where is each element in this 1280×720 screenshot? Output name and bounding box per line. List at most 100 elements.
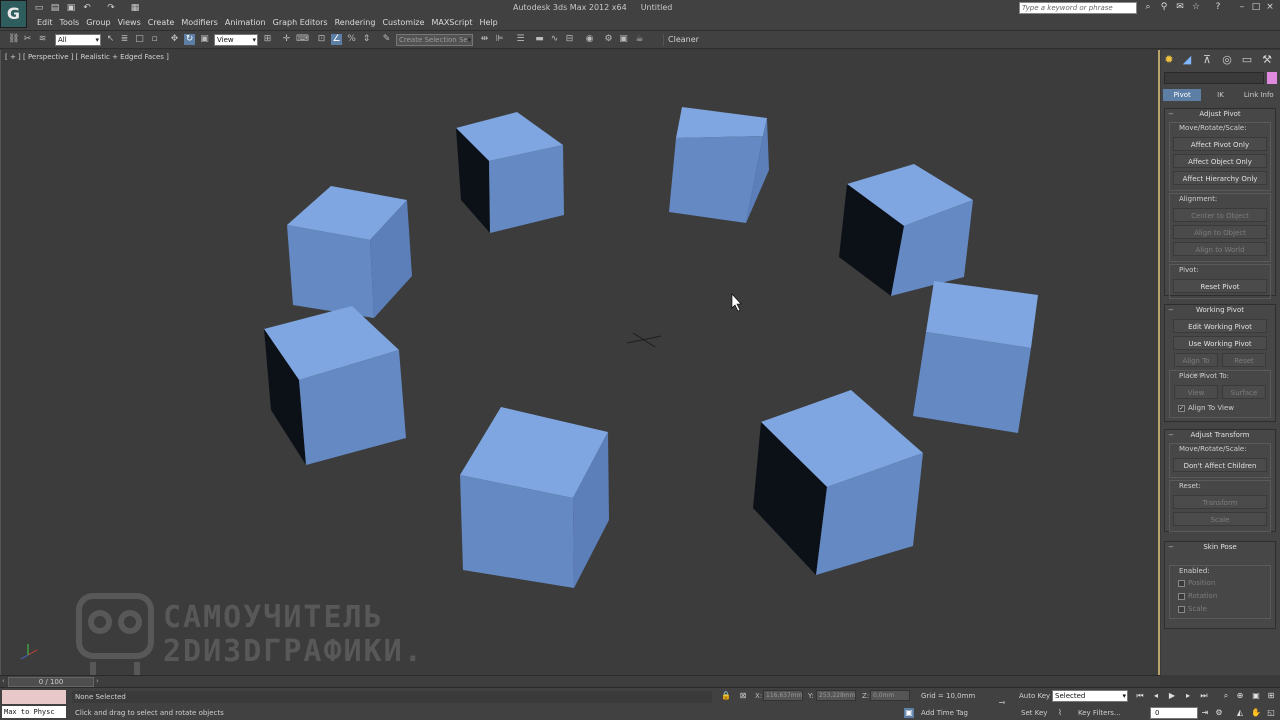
prev-frame-icon[interactable]: ◂ — [1150, 690, 1162, 702]
key-tangent-icon[interactable]: ⌇ — [1055, 708, 1065, 718]
scene-canvas[interactable] — [1, 50, 1159, 675]
adjust-transform-header[interactable]: Adjust Transform — [1165, 430, 1275, 441]
selection-filter-dropdown[interactable]: All — [55, 34, 101, 46]
cleaner-button[interactable]: Cleaner — [663, 34, 703, 46]
working-pivot-header[interactable]: Working Pivot — [1165, 305, 1275, 316]
play-icon[interactable]: ▶ — [1166, 690, 1178, 702]
angle-snap-icon[interactable]: ∠ — [331, 34, 342, 45]
time-config-icon[interactable]: ⚙ — [1213, 707, 1225, 719]
use-working-pivot-button[interactable]: Use Working Pivot — [1173, 336, 1267, 350]
edit-named-selection-icon[interactable]: ✎ — [381, 34, 392, 45]
object-color-swatch[interactable] — [1267, 72, 1277, 84]
select-by-name-icon[interactable]: ≣ — [119, 34, 130, 45]
menu-views[interactable]: Views — [117, 17, 147, 29]
graphite-ribbon-icon[interactable]: ▬ — [534, 34, 545, 45]
auto-key-button[interactable]: Auto Key — [1019, 692, 1050, 700]
save-file-icon[interactable]: ▣ — [66, 3, 76, 13]
motion-tab-icon[interactable]: ◎ — [1219, 52, 1235, 68]
menu-customize[interactable]: Customize — [381, 17, 430, 29]
cube-object[interactable] — [264, 306, 406, 465]
place-view-button[interactable]: View — [1174, 385, 1218, 399]
pivot-center-icon[interactable]: ⊞ — [262, 34, 273, 45]
project-folder-icon[interactable]: ▦ — [130, 3, 140, 13]
close-icon[interactable]: × — [1265, 2, 1275, 12]
scale-checkbox[interactable]: Scale — [1170, 603, 1270, 616]
align-to-object-button[interactable]: Align to Object — [1173, 225, 1267, 239]
tab-pivot[interactable]: Pivot — [1163, 89, 1202, 101]
field-of-view-icon[interactable]: ◭ — [1234, 707, 1246, 719]
next-frame-arrow-icon[interactable]: › — [96, 677, 99, 685]
menu-rendering[interactable]: Rendering — [334, 17, 382, 29]
reference-coord-dropdown[interactable]: View — [214, 34, 258, 46]
checkbox-icon[interactable] — [1178, 593, 1185, 600]
menu-graph-editors[interactable]: Graph Editors — [272, 17, 334, 29]
rect-selection-icon[interactable]: □ — [134, 34, 145, 45]
cube-object[interactable] — [669, 107, 769, 223]
search-input[interactable]: Type a keyword or phrase — [1019, 2, 1137, 14]
display-tab-icon[interactable]: ▭ — [1239, 52, 1255, 68]
menu-edit[interactable]: Edit — [36, 17, 59, 29]
cube-object[interactable] — [839, 164, 973, 296]
reset-pivot-button[interactable]: Reset Pivot — [1173, 279, 1267, 293]
cube-object[interactable] — [460, 407, 609, 588]
spinner-snap-icon[interactable]: ⇕ — [361, 34, 372, 45]
schematic-view-icon[interactable]: ⊟ — [564, 34, 575, 45]
reset-working-pivot-button[interactable]: Reset — [1222, 353, 1266, 367]
current-frame-field[interactable]: 0 — [1150, 707, 1198, 719]
tab-ik[interactable]: IK — [1201, 89, 1239, 101]
bind-space-warp-icon[interactable]: ≋ — [37, 34, 48, 45]
modify-tab-icon[interactable]: ◢ — [1179, 52, 1195, 68]
pan-view-icon[interactable]: ✋ — [1250, 707, 1262, 719]
key-filters-button[interactable]: Key Filters... — [1078, 709, 1121, 717]
app-logo-icon[interactable]: G — [0, 0, 27, 28]
time-slider-thumb[interactable]: 0 / 100 — [8, 677, 94, 687]
rendered-frame-icon[interactable]: ▣ — [618, 34, 629, 45]
redo-icon[interactable]: ↷ — [106, 3, 116, 13]
create-tab-icon[interactable]: ✹ — [1161, 52, 1177, 68]
render-setup-icon[interactable]: ⚙ — [603, 34, 614, 45]
utilities-tab-icon[interactable]: ⚒ — [1259, 52, 1275, 68]
hierarchy-tab-icon[interactable]: ⊼ — [1199, 52, 1215, 68]
cube-object[interactable] — [753, 390, 923, 575]
next-frame-icon[interactable]: ▸ — [1182, 690, 1194, 702]
z-coord-field[interactable]: 0,0mm — [870, 690, 910, 701]
x-coord-field[interactable]: 116,637mm — [763, 690, 803, 701]
zoom-extents-all-icon[interactable]: ⊞ — [1265, 690, 1277, 702]
goto-end-icon[interactable]: ⏭ — [1198, 690, 1210, 702]
menu-help[interactable]: Help — [479, 17, 504, 29]
affect-pivot-only-button[interactable]: Affect Pivot Only — [1173, 137, 1267, 151]
center-to-object-button[interactable]: Center to Object — [1173, 208, 1267, 222]
maxscript-listener-output[interactable] — [2, 690, 66, 704]
key-mode-toggle-icon[interactable]: ⇥ — [1199, 707, 1211, 719]
render-production-icon[interactable]: ☕ — [634, 34, 645, 45]
key-mode-dropdown[interactable]: Selected — [1052, 690, 1128, 702]
subscription-icon[interactable]: ⚲ — [1159, 2, 1169, 12]
cube-object[interactable] — [913, 281, 1038, 433]
mirror-icon[interactable]: ⇹ — [479, 34, 490, 45]
menu-maxscript[interactable]: MAXScript — [430, 17, 478, 29]
new-file-icon[interactable]: ▭ — [34, 3, 44, 13]
y-coord-field[interactable]: 253,228mm — [816, 690, 856, 701]
menu-animation[interactable]: Animation — [224, 17, 272, 29]
dont-affect-children-button[interactable]: Don't Affect Children — [1173, 458, 1267, 472]
adjust-pivot-header[interactable]: Adjust Pivot — [1165, 109, 1275, 120]
percent-snap-icon[interactable]: % — [346, 34, 357, 45]
place-surface-button[interactable]: Surface — [1222, 385, 1266, 399]
material-editor-icon[interactable]: ◉ — [584, 34, 595, 45]
zoom-all-icon[interactable]: ⊕ — [1234, 690, 1246, 702]
keyboard-shortcut-icon[interactable]: ⌨ — [296, 34, 309, 45]
position-checkbox[interactable]: Position — [1170, 577, 1270, 590]
checkbox-icon[interactable] — [1178, 580, 1185, 587]
zoom-icon[interactable]: ⌕ — [1220, 690, 1232, 702]
communication-icon[interactable]: ✉ — [1175, 2, 1185, 12]
align-to-view-checkbox[interactable]: ✓ Align To View — [1170, 402, 1270, 415]
reset-scale-button[interactable]: Scale — [1173, 512, 1267, 526]
checkbox-checked-icon[interactable]: ✓ — [1178, 405, 1185, 412]
select-scale-icon[interactable]: ▣ — [199, 34, 210, 45]
select-move-icon[interactable]: ✥ — [169, 34, 180, 45]
unlink-icon[interactable]: ✂ — [22, 34, 33, 45]
select-object-icon[interactable]: ↖ — [105, 34, 116, 45]
prev-frame-arrow-icon[interactable]: ‹ — [2, 677, 5, 685]
key-icon[interactable]: ⊸ — [994, 698, 1010, 708]
lock-icon[interactable]: 🔒 — [721, 691, 731, 701]
